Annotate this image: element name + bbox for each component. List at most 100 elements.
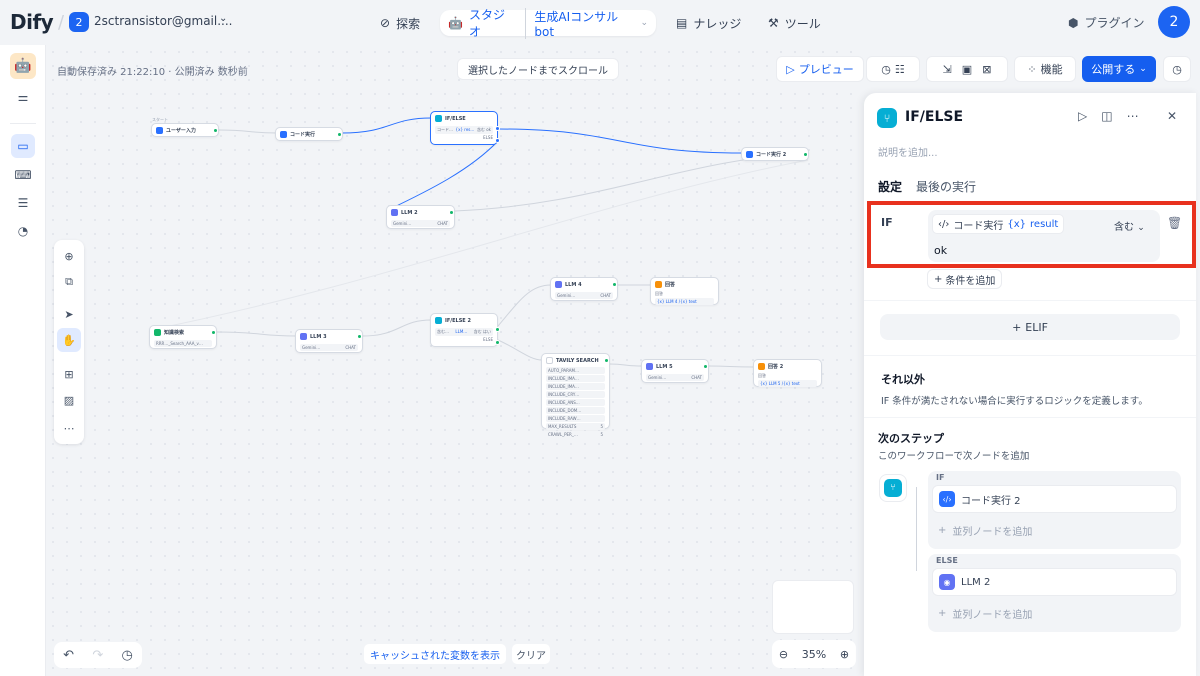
answer-2-node[interactable]: 回答 2 回答 {x} LLM 5 /{x} text [753, 359, 822, 387]
tab-last-run[interactable]: 最後の実行 [916, 178, 976, 195]
node-title: LLM 2 [401, 209, 418, 216]
code-2-node[interactable]: コード実行 2 [741, 147, 809, 161]
condition-node: コード… [437, 127, 453, 132]
zoom-in-icon[interactable]: ⊕ [840, 648, 849, 661]
panel-tabs: 設定 最後の実行 [878, 178, 976, 195]
node-handle[interactable] [803, 152, 808, 157]
param-row: CRAWL_PER_… [548, 432, 578, 437]
branch-node-label: コード実行 2 [961, 495, 1021, 507]
branch-icon [435, 115, 442, 122]
run-icon[interactable]: ▷ [1078, 109, 1087, 123]
checklist-buttons[interactable]: ◷ ☷ [866, 56, 920, 82]
import-icon[interactable]: ⇲ [943, 63, 952, 76]
close-icon[interactable]: ✕ [1167, 109, 1177, 123]
node-title: LLM 5 [656, 363, 673, 370]
branch-node-llm-2[interactable]: ◉ LLM 2 [932, 568, 1177, 596]
publish-label: 公開する [1091, 63, 1136, 76]
branch-node-code-2[interactable]: ‹/› コード実行 2 [932, 485, 1177, 513]
hand-icon[interactable]: ✋ [57, 328, 81, 352]
knowledge-retrieval-node[interactable]: 知識検索 RRR…_Search_AAA_v… [149, 325, 217, 349]
user-input-node[interactable]: ユーザー入力 [151, 123, 219, 137]
organize-icon[interactable]: ⊞ [57, 362, 81, 386]
node-handle[interactable] [495, 126, 500, 131]
llm-2-node[interactable]: LLM 2 Gemini… CHAT [386, 205, 455, 229]
model-name: Gemini… [393, 221, 412, 226]
node-handle[interactable] [211, 330, 216, 335]
node-handle[interactable] [449, 210, 454, 215]
add-node-icon[interactable]: ⊕ [57, 244, 81, 268]
branch-icon [435, 317, 442, 324]
condition-node-name: コード実行 [953, 220, 1004, 232]
more-icon[interactable]: ⋯ [1127, 109, 1139, 123]
minimap[interactable] [772, 580, 854, 634]
node-handle[interactable] [495, 327, 500, 332]
node-handle[interactable] [604, 358, 609, 363]
condition-op: 含む ok [476, 127, 491, 132]
pointer-icon[interactable]: ➤ [57, 302, 81, 326]
variable-icon[interactable]: ⊠ [982, 63, 991, 76]
code-icon: ‹/› [939, 491, 955, 507]
version-history-button[interactable]: ◷ [1163, 56, 1191, 82]
ifelse-node[interactable]: IF/ELSE コード… {x} res… 含む ok ELSE [430, 111, 500, 145]
more-icon[interactable]: ⋯ [57, 416, 81, 440]
param-row: INCLUDE_ANS… [548, 400, 580, 405]
env-icon[interactable]: ▣ [962, 63, 972, 76]
layout-icon[interactable]: ◫ [1101, 109, 1112, 123]
answer-node[interactable]: 回答 回答 {x} LLM 4 /{x} text [650, 277, 719, 305]
add-parallel-node-button[interactable]: + 並列ノードを追加 [932, 600, 1177, 626]
features-button[interactable]: ⁘ 機能 [1014, 56, 1076, 82]
if-label: IF [881, 216, 893, 229]
description-input[interactable]: 説明を追加... [878, 144, 938, 159]
llm-3-node[interactable]: LLM 3 Gemini… CHAT [295, 329, 363, 353]
else-description: IF 条件が満たされない場合に実行するロジックを定義します。 [881, 396, 1148, 407]
condition-op: 含む はい [473, 329, 491, 334]
panel-title[interactable]: IF/ELSE [905, 109, 963, 125]
add-condition-button[interactable]: + 条件を追加 [927, 269, 1003, 289]
features-label: 機能 [1040, 63, 1063, 76]
elif-label: ELIF [1025, 320, 1048, 334]
io-buttons[interactable]: ⇲ ▣ ⊠ [926, 56, 1008, 82]
answer-var: {x} LLM 5 /{x} text [760, 381, 800, 386]
trash-icon[interactable]: 🗑 [1167, 216, 1182, 230]
llm-5-node[interactable]: LLM 5 Gemini… CHAT [641, 359, 709, 383]
plus-icon: + [938, 607, 947, 619]
add-parallel-node-button[interactable]: + 並列ノードを追加 [932, 517, 1177, 543]
node-handle[interactable] [337, 132, 342, 137]
llm-4-node[interactable]: LLM 4 Gemini… CHAT [550, 277, 618, 301]
param-row: INCLUDE_IMA… [548, 384, 579, 389]
elif-button[interactable]: + ELIF [880, 314, 1180, 340]
zoom-out-icon[interactable]: ⊖ [779, 648, 788, 661]
checklist-icon[interactable]: ☷ [895, 63, 905, 76]
source-node: ⑂ [879, 474, 907, 502]
node-handle[interactable] [213, 128, 218, 133]
condition-operator[interactable]: 含む ⌄ [1114, 218, 1145, 233]
view-cached-vars-button[interactable]: キャッシュされた変数を表示 [364, 644, 506, 664]
node-handle[interactable] [703, 364, 708, 369]
redo-icon[interactable]: ↷ [92, 648, 103, 663]
node-handle[interactable] [612, 282, 617, 287]
preview-button[interactable]: ▷ プレビュー [776, 56, 864, 82]
code-node[interactable]: コード実行 [275, 127, 343, 141]
clear-button[interactable]: クリア [512, 644, 550, 664]
condition-var: {x} res… [455, 127, 475, 132]
condition-variable[interactable]: ‹/› コード実行 {x} result [932, 214, 1065, 234]
ifelse-2-node[interactable]: IF/ELSE 2 含む… LLM… 含む はい ELSE [430, 313, 500, 347]
scroll-to-node-button[interactable]: 選択したノードまでスクロール [457, 58, 619, 80]
zoom-level[interactable]: 35% [802, 648, 826, 661]
chevron-down-icon: ⌄ [1137, 223, 1145, 233]
export-image-icon[interactable]: ▨ [57, 388, 81, 412]
node-handle[interactable] [495, 138, 500, 143]
publish-button[interactable]: 公開する ⌄ [1082, 56, 1156, 82]
condition-value[interactable]: ok [934, 244, 947, 257]
history-icon[interactable]: ◷ [881, 63, 891, 76]
node-title: コード実行 2 [756, 152, 787, 158]
history-icon[interactable]: ◷ [122, 648, 133, 663]
tab-settings[interactable]: 設定 [878, 178, 902, 195]
node-handle[interactable] [357, 334, 362, 339]
node-handle[interactable] [495, 340, 500, 345]
param-value: 5 [600, 424, 603, 429]
undo-icon[interactable]: ↶ [63, 648, 74, 663]
tavily-search-node[interactable]: TAVILY SEARCH AUTO_PARAM… INCLUDE_IMA… I… [541, 353, 610, 438]
param-row: INCLUDE_IMA… [548, 376, 579, 381]
add-note-icon[interactable]: ⧉ [57, 270, 81, 294]
